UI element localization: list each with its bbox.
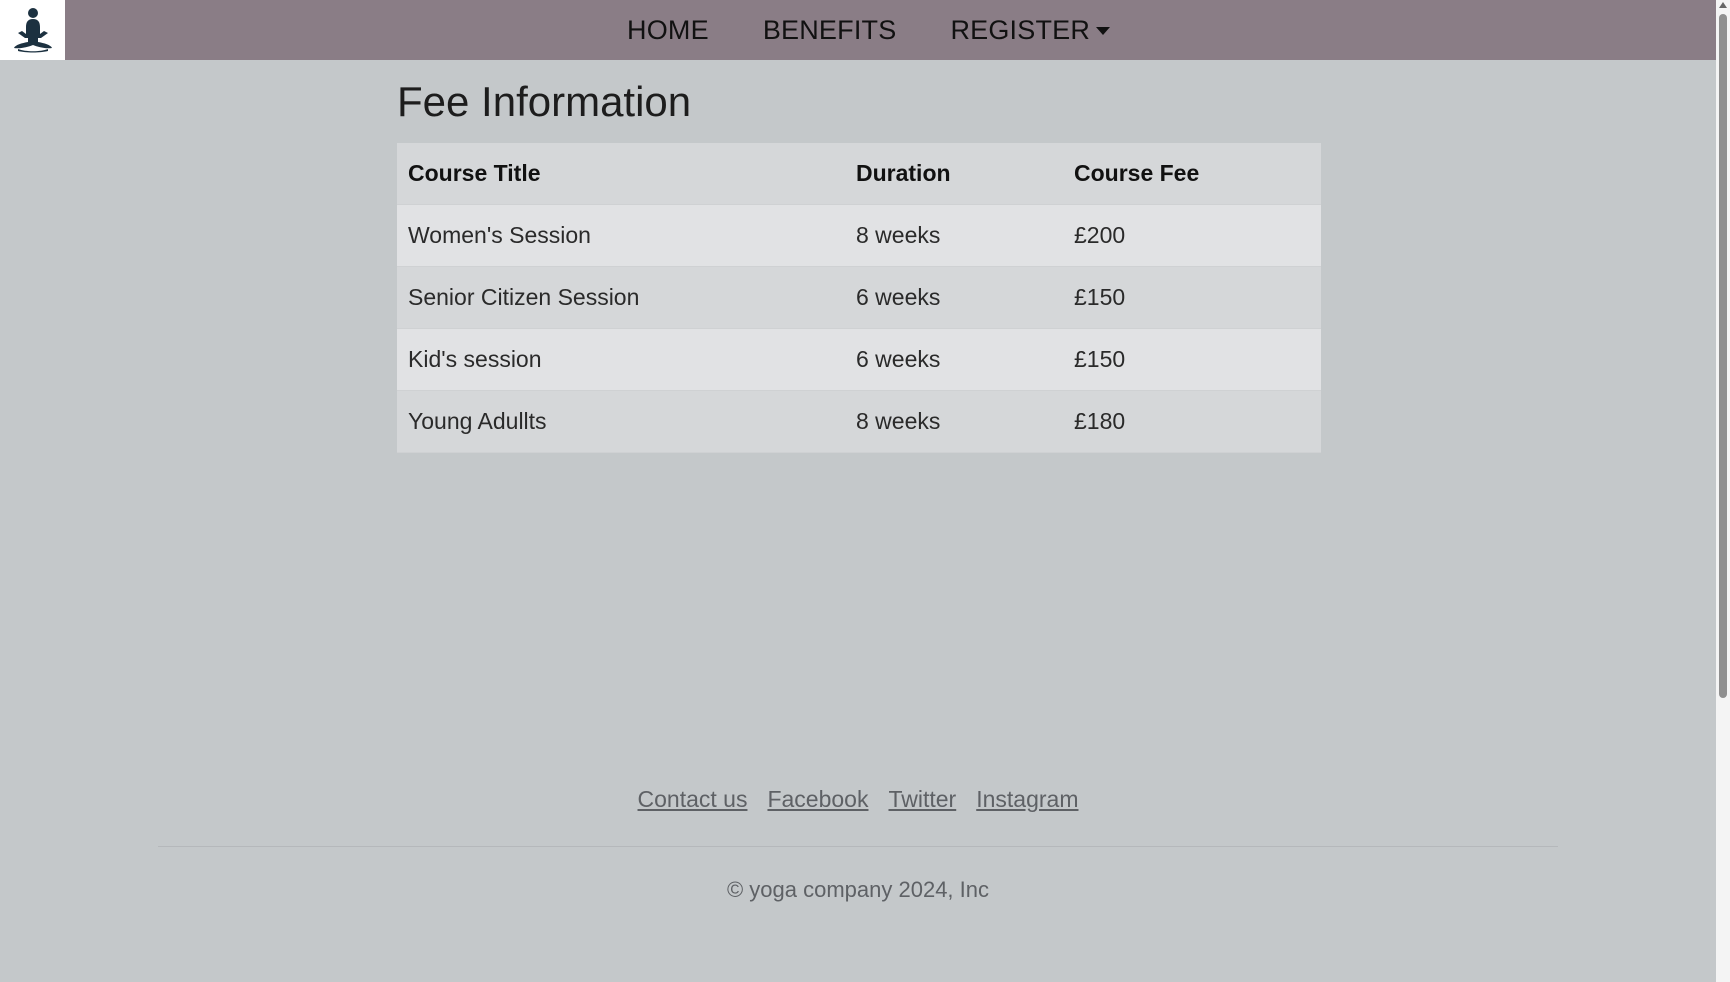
navbar: HOME BENEFITS REGISTER — [0, 0, 1716, 60]
cell-course-title: Senior Citizen Session — [397, 266, 845, 329]
nav-register-label: REGISTER — [950, 14, 1091, 45]
cell-course-fee: £150 — [1063, 328, 1321, 391]
footer-link-facebook[interactable]: Facebook — [767, 786, 868, 813]
logo[interactable] — [0, 0, 65, 60]
table-header-row: Course Title Duration Course Fee — [397, 143, 1321, 205]
page-title: Fee Information — [397, 78, 692, 125]
footer-links: Contact us Facebook Twitter Instagram — [0, 786, 1716, 813]
header-course-fee: Course Fee — [1063, 143, 1321, 205]
meditation-figure-icon — [13, 8, 52, 53]
scrollbar-thumb[interactable] — [1719, 14, 1727, 698]
nav-home-link[interactable]: HOME — [627, 15, 709, 46]
table-row: Young Adullts 8 weeks £180 — [397, 390, 1321, 453]
cell-course-fee: £180 — [1063, 390, 1321, 453]
cell-duration: 8 weeks — [845, 390, 1063, 453]
footer-link-twitter[interactable]: Twitter — [888, 786, 956, 813]
page: HOME BENEFITS REGISTER Fee Information C… — [0, 0, 1730, 982]
nav-benefits-link[interactable]: BENEFITS — [763, 15, 897, 46]
cell-course-fee: £150 — [1063, 266, 1321, 329]
table-row: Kid's session 6 weeks £150 — [397, 328, 1321, 391]
footer-divider — [158, 846, 1558, 847]
footer-link-contact-us[interactable]: Contact us — [638, 786, 748, 813]
header-duration: Duration — [845, 143, 1063, 205]
nav-benefits-label: BENEFITS — [762, 14, 897, 45]
fee-table: Course Title Duration Course Fee Women's… — [397, 143, 1321, 453]
caret-down-icon — [1096, 27, 1111, 35]
cell-duration: 8 weeks — [845, 204, 1063, 267]
scroll-up-arrow-icon[interactable] — [1719, 2, 1727, 8]
nav-register-dropdown[interactable]: REGISTER — [950, 14, 1111, 46]
cell-course-title: Kid's session — [397, 328, 845, 391]
copyright-text: © yoga company 2024, Inc — [726, 877, 990, 902]
table-row: Women's Session 8 weeks £200 — [397, 204, 1321, 267]
vertical-scrollbar[interactable] — [1716, 0, 1730, 982]
nav-menu: HOME BENEFITS REGISTER — [600, 0, 1137, 60]
footer-link-instagram[interactable]: Instagram — [976, 786, 1078, 813]
cell-course-title: Women's Session — [397, 204, 845, 267]
header-course-title: Course Title — [397, 143, 845, 205]
cell-duration: 6 weeks — [845, 266, 1063, 329]
cell-course-fee: £200 — [1063, 204, 1321, 267]
nav-home-label: HOME — [627, 14, 709, 45]
cell-duration: 6 weeks — [845, 328, 1063, 391]
table-row: Senior Citizen Session 6 weeks £150 — [397, 266, 1321, 329]
cell-course-title: Young Adullts — [397, 390, 845, 453]
